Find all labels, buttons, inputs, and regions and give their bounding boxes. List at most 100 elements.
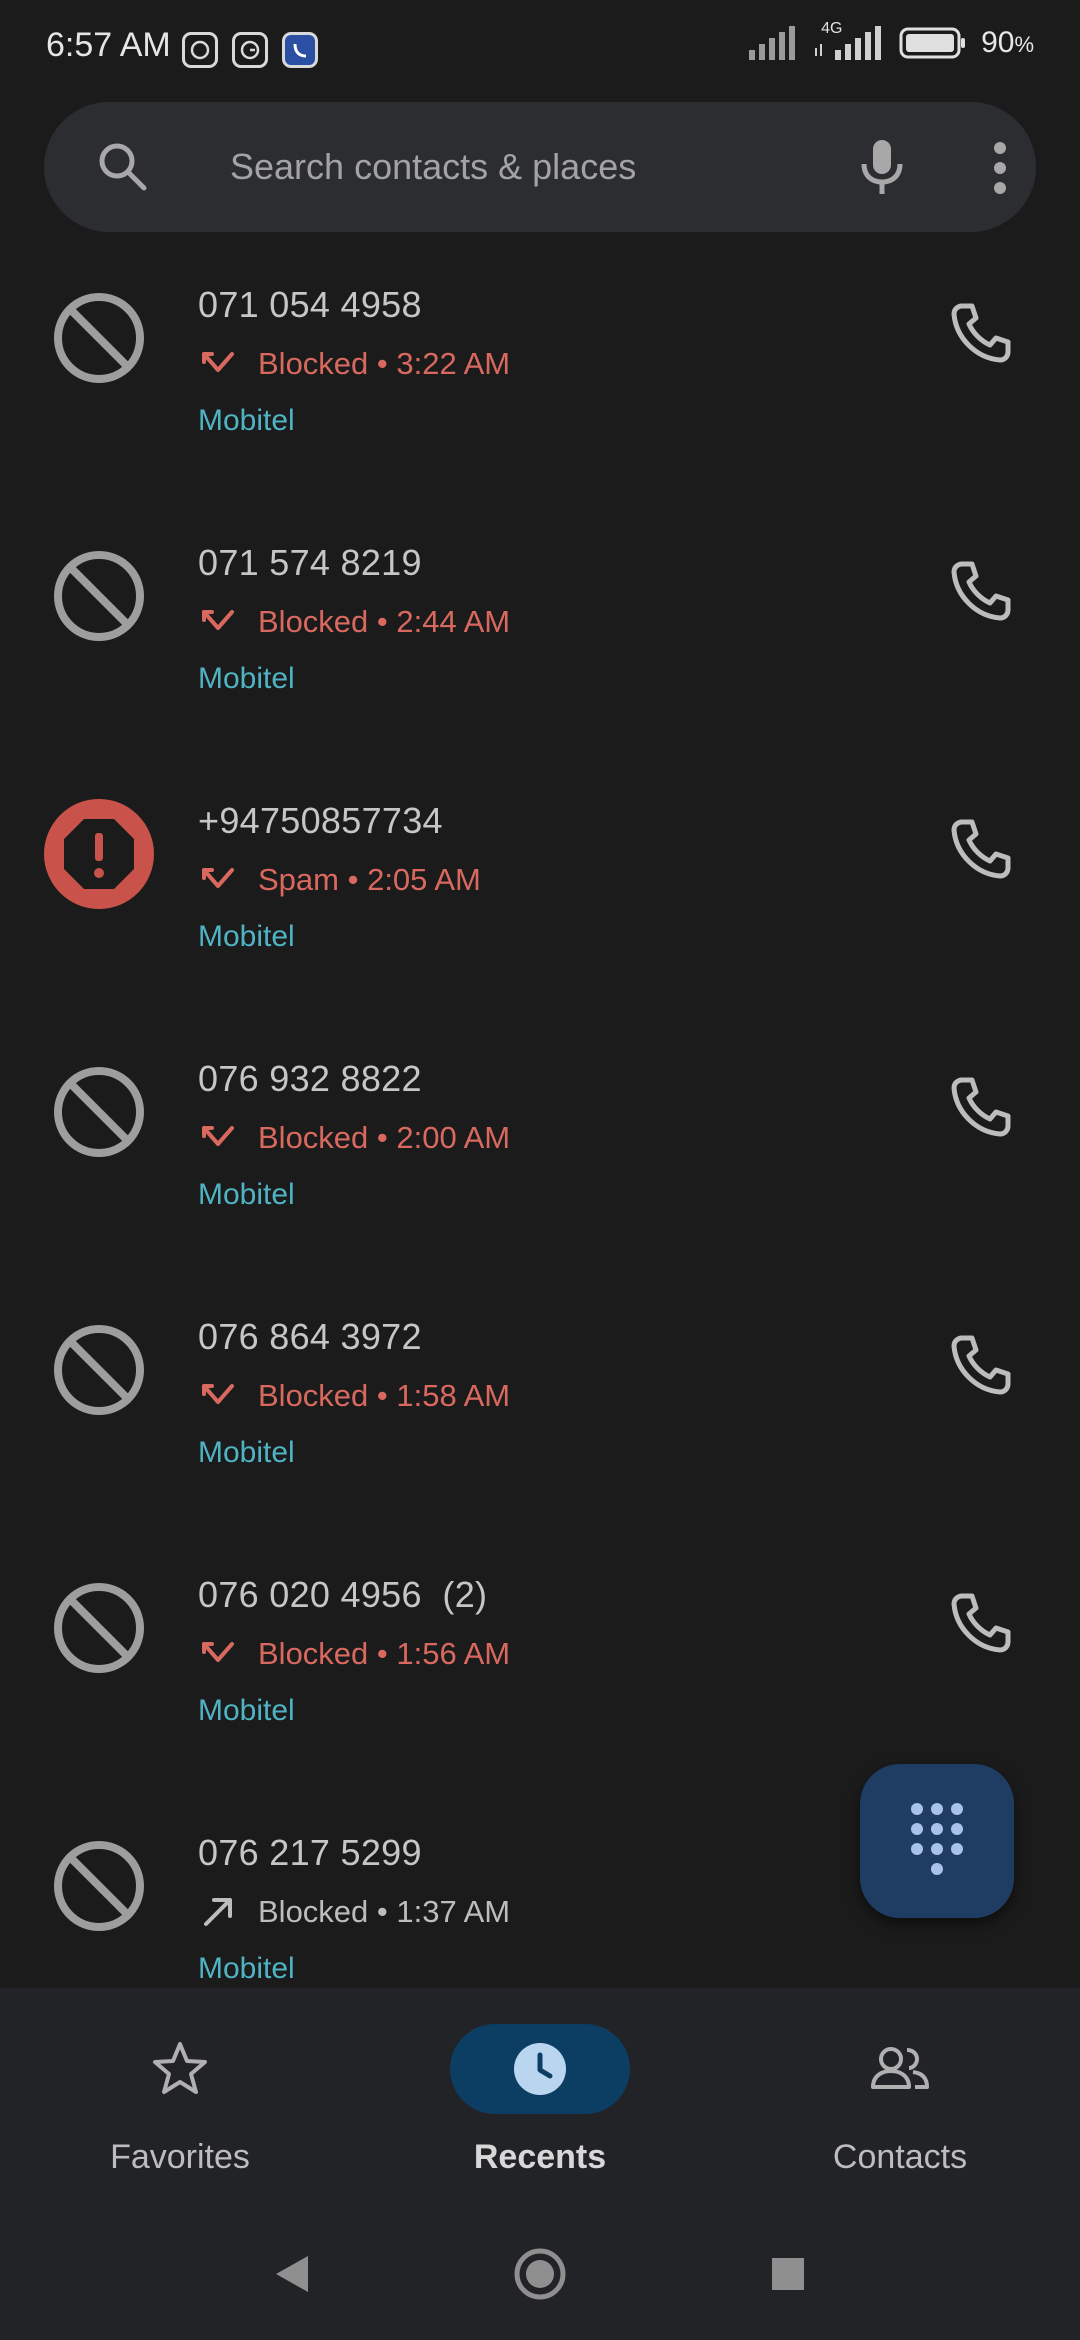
tab-contacts[interactable]: Contacts [720, 1988, 1080, 2210]
caller-number: +94750857734 [198, 800, 443, 841]
app-icon [282, 32, 318, 68]
call-row[interactable]: 076 932 8822 Blocked • 2:00 AM Mobitel [0, 1014, 1080, 1272]
search-bar[interactable]: Search contacts & places [44, 102, 1036, 232]
back-button[interactable] [262, 2244, 322, 2304]
tab-favorites[interactable]: Favorites [0, 1988, 360, 2210]
phone-icon[interactable] [948, 1332, 1014, 1398]
call-time: 2:44 AM [396, 604, 511, 639]
carrier-label: Mobitel [198, 1436, 295, 1469]
contacts-icon-wrap [810, 2024, 990, 2114]
tab-recents-label: Recents [473, 2138, 607, 2176]
dialpad-icon [911, 1803, 963, 1875]
square-icon [772, 2258, 804, 2290]
search-icon [99, 143, 147, 191]
caller-number: 071 574 8219 [198, 542, 422, 583]
separator: • [338, 862, 368, 897]
caller-number: 076 864 3972 [198, 1316, 422, 1357]
recents-apps-button[interactable] [758, 2244, 818, 2304]
call-status: Blocked [258, 1120, 369, 1155]
carrier-label: Mobitel [198, 662, 295, 695]
call-detail: Blocked • 1:58 AM [198, 1376, 510, 1416]
separator: • [368, 604, 397, 639]
call-time: 2:00 AM [396, 1120, 511, 1155]
search-input[interactable]: Search contacts & places [230, 146, 636, 188]
signal-icon [749, 26, 796, 60]
blocked-icon [54, 1841, 144, 1931]
blocked-icon [54, 551, 144, 641]
missed-call-icon [202, 352, 234, 372]
call-time: 1:58 AM [396, 1378, 511, 1413]
call-row[interactable]: 071 054 4958 Blocked • 3:22 AM Mobitel [0, 240, 1080, 498]
home-icon [514, 2248, 566, 2300]
call-status: Blocked [258, 1894, 369, 1929]
battery-value: 90 [981, 26, 1015, 59]
call-row[interactable]: +94750857734 Spam • 2:05 AM Mobitel [0, 756, 1080, 1014]
battery-level: 90% [981, 26, 1034, 60]
tab-contacts-label: Contacts [832, 2138, 968, 2176]
battery-unit: % [1014, 32, 1034, 57]
people-icon [871, 2047, 929, 2089]
separator: • [368, 1636, 397, 1671]
phone-icon[interactable] [948, 1590, 1014, 1656]
blocked-icon [54, 293, 144, 383]
home-button[interactable] [510, 2244, 570, 2304]
call-row[interactable]: 071 574 8219 Blocked • 2:44 AM Mobitel [0, 498, 1080, 756]
call-status: Blocked [258, 346, 369, 381]
caller-number: 076 217 5299 [198, 1832, 422, 1873]
tab-recents[interactable]: Recents [360, 1988, 720, 2210]
more-options-icon[interactable] [990, 140, 1010, 196]
missed-call-icon [202, 610, 234, 630]
tab-favorites-label: Favorites [110, 2138, 250, 2176]
blocked-icon [54, 1325, 144, 1415]
separator: • [368, 1120, 397, 1155]
recents-icon-wrap [450, 2024, 630, 2114]
carrier-label: Mobitel [198, 1178, 295, 1211]
spam-alert-icon [44, 799, 154, 909]
caller-number: 076 020 4956 (2) [198, 1574, 488, 1615]
blocked-icon [54, 1067, 144, 1157]
star-icon [153, 2042, 207, 2094]
missed-call-icon [202, 1642, 234, 1662]
missed-call-icon [202, 1384, 234, 1404]
phone-icon[interactable] [948, 816, 1014, 882]
microphone-icon[interactable] [856, 138, 908, 198]
outgoing-call-icon [204, 1898, 232, 1926]
separator: • [368, 1894, 397, 1929]
caller-number: 076 932 8822 [198, 1058, 422, 1099]
carrier-label: Mobitel [198, 1694, 295, 1727]
call-detail: Blocked • 2:44 AM [198, 602, 510, 642]
call-detail: Blocked • 3:22 AM [198, 344, 510, 384]
back-icon [276, 2256, 308, 2292]
caller-number: 071 054 4958 [198, 284, 422, 325]
phone-icon[interactable] [948, 558, 1014, 624]
favorites-icon-wrap [90, 2024, 270, 2114]
whatsapp-icon [182, 32, 218, 68]
separator: • [368, 346, 397, 381]
carrier-label: Mobitel [198, 1952, 295, 1985]
call-status: Blocked [258, 1636, 369, 1671]
call-status: Blocked [258, 1378, 369, 1413]
grammarly-icon [232, 32, 268, 68]
call-row[interactable]: 076 020 4956 (2) Blocked • 1:56 AM Mobit… [0, 1530, 1080, 1788]
missed-call-icon [202, 1126, 234, 1146]
status-right: 4G 90% [747, 20, 1034, 60]
carrier-label: Mobitel [198, 404, 295, 437]
dialpad-button[interactable] [860, 1764, 1014, 1918]
notification-icons [182, 32, 318, 68]
call-time: 1:56 AM [396, 1636, 511, 1671]
carrier-label: Mobitel [198, 920, 295, 953]
call-time: 2:05 AM [367, 862, 481, 897]
phone-icon[interactable] [948, 1074, 1014, 1140]
call-time: 3:22 AM [396, 346, 511, 381]
separator: • [368, 1378, 397, 1413]
phone-icon[interactable] [948, 300, 1014, 366]
call-status: Blocked [258, 604, 369, 639]
system-navigation [0, 2210, 1080, 2340]
battery-icon [899, 27, 966, 59]
call-time: 1:37 AM [396, 1894, 511, 1929]
call-row[interactable]: 076 864 3972 Blocked • 1:58 AM Mobitel [0, 1272, 1080, 1530]
phone-screen: 6:57 AM 4G 90% Search contacts & places … [0, 0, 1080, 2340]
blocked-icon [54, 1583, 144, 1673]
clock-icon [514, 2043, 566, 2095]
call-detail: Blocked • 1:56 AM [198, 1634, 510, 1674]
